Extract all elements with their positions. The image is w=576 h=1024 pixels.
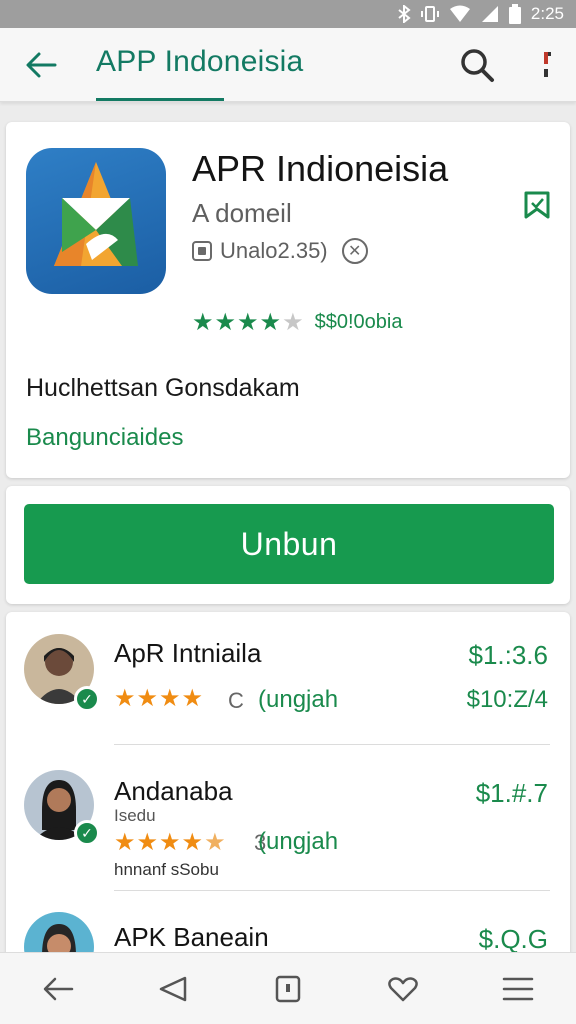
verified-check-icon: ✓ <box>74 686 100 712</box>
list-item-subtitle: Isedu <box>114 806 156 825</box>
install-card: Unbun <box>6 486 570 604</box>
list-item-footer: hnnanf sSobu <box>114 860 219 879</box>
content-rating-icon <box>192 241 212 261</box>
list-item-price: $1.#.7 <box>475 778 548 808</box>
battery-icon <box>508 4 521 24</box>
bluetooth-icon <box>397 5 411 23</box>
install-button[interactable]: Unbun <box>24 504 554 584</box>
app-bar: APP Indoneisia <box>0 28 576 102</box>
list-item-link[interactable]: (ungjah <box>258 686 338 714</box>
heart-icon[interactable] <box>379 965 427 1013</box>
app-developer[interactable]: A domeil <box>192 198 292 229</box>
list-item-stars: ★★★★★ <box>114 829 227 856</box>
list-item-number: C <box>228 688 244 713</box>
status-time: 2:25 <box>530 4 564 23</box>
title-underline <box>96 98 224 101</box>
list-item-price-secondary: $10:Z/4 <box>466 686 548 713</box>
list-divider <box>114 890 550 891</box>
app-category-link[interactable]: Bangunciaides <box>26 424 183 452</box>
list-item-stars: ★★★★ <box>114 685 205 712</box>
status-bar: 2:25 <box>0 0 576 28</box>
app-description: Huclhettsan Gonsdakam <box>26 374 300 402</box>
list-item-name: ApR Intniaila <box>114 638 262 668</box>
app-logo-icon <box>26 148 166 294</box>
list-divider <box>114 744 550 745</box>
similar-apps-list: ✓ ApR Intniaila ★★★★ C (ungjah $1.:3.6 $… <box>6 612 570 972</box>
verified-check-icon: ✓ <box>74 820 100 846</box>
square-nav-icon[interactable] <box>264 965 312 1013</box>
info-circle-icon[interactable]: ✕ <box>341 238 368 264</box>
app-meta: Unalo2.35) ✕ <box>192 238 368 264</box>
list-item-name: Andanaba <box>114 776 233 806</box>
bottom-nav-bar <box>0 952 576 1024</box>
list-item[interactable]: ✓ ApR Intniaila ★★★★ C (ungjah $1.:3.6 $… <box>6 612 570 746</box>
back-arrow-icon[interactable] <box>22 46 60 84</box>
list-item-price: $1.:3.6 <box>468 640 548 670</box>
rating-stars: ★★★★★ <box>192 309 305 336</box>
home-triangle-icon[interactable] <box>149 965 197 1013</box>
app-name: APR Indioneisia <box>192 148 449 189</box>
app-details-card: APR Indioneisia A domeil Unalo2.35) ✕ ★★… <box>6 122 570 478</box>
list-item-link[interactable]: (ungjah <box>258 828 338 856</box>
rating-text: $$0!0obia <box>314 311 403 333</box>
signal-icon <box>481 5 499 23</box>
wifi-icon <box>449 5 471 23</box>
vibrate-icon <box>420 5 439 23</box>
list-item-name: APK Baneain <box>114 922 269 952</box>
menu-icon[interactable] <box>494 965 542 1013</box>
more-icon[interactable] <box>528 44 564 86</box>
search-icon[interactable] <box>456 44 498 86</box>
list-item[interactable]: ✓ Andanaba Isedu ★★★★★ 3 (ungjah $1.#.7 … <box>6 746 570 892</box>
app-rating: ★★★★★ $$0!0obia <box>192 308 402 337</box>
app-bar-title: APP Indoneisia <box>96 45 304 78</box>
app-meta-text: Unalo2.35) <box>220 238 328 263</box>
list-item-price: $.Q.G <box>478 924 548 954</box>
wishlist-bookmark-icon[interactable] <box>520 188 554 222</box>
back-nav-icon[interactable] <box>34 965 82 1013</box>
